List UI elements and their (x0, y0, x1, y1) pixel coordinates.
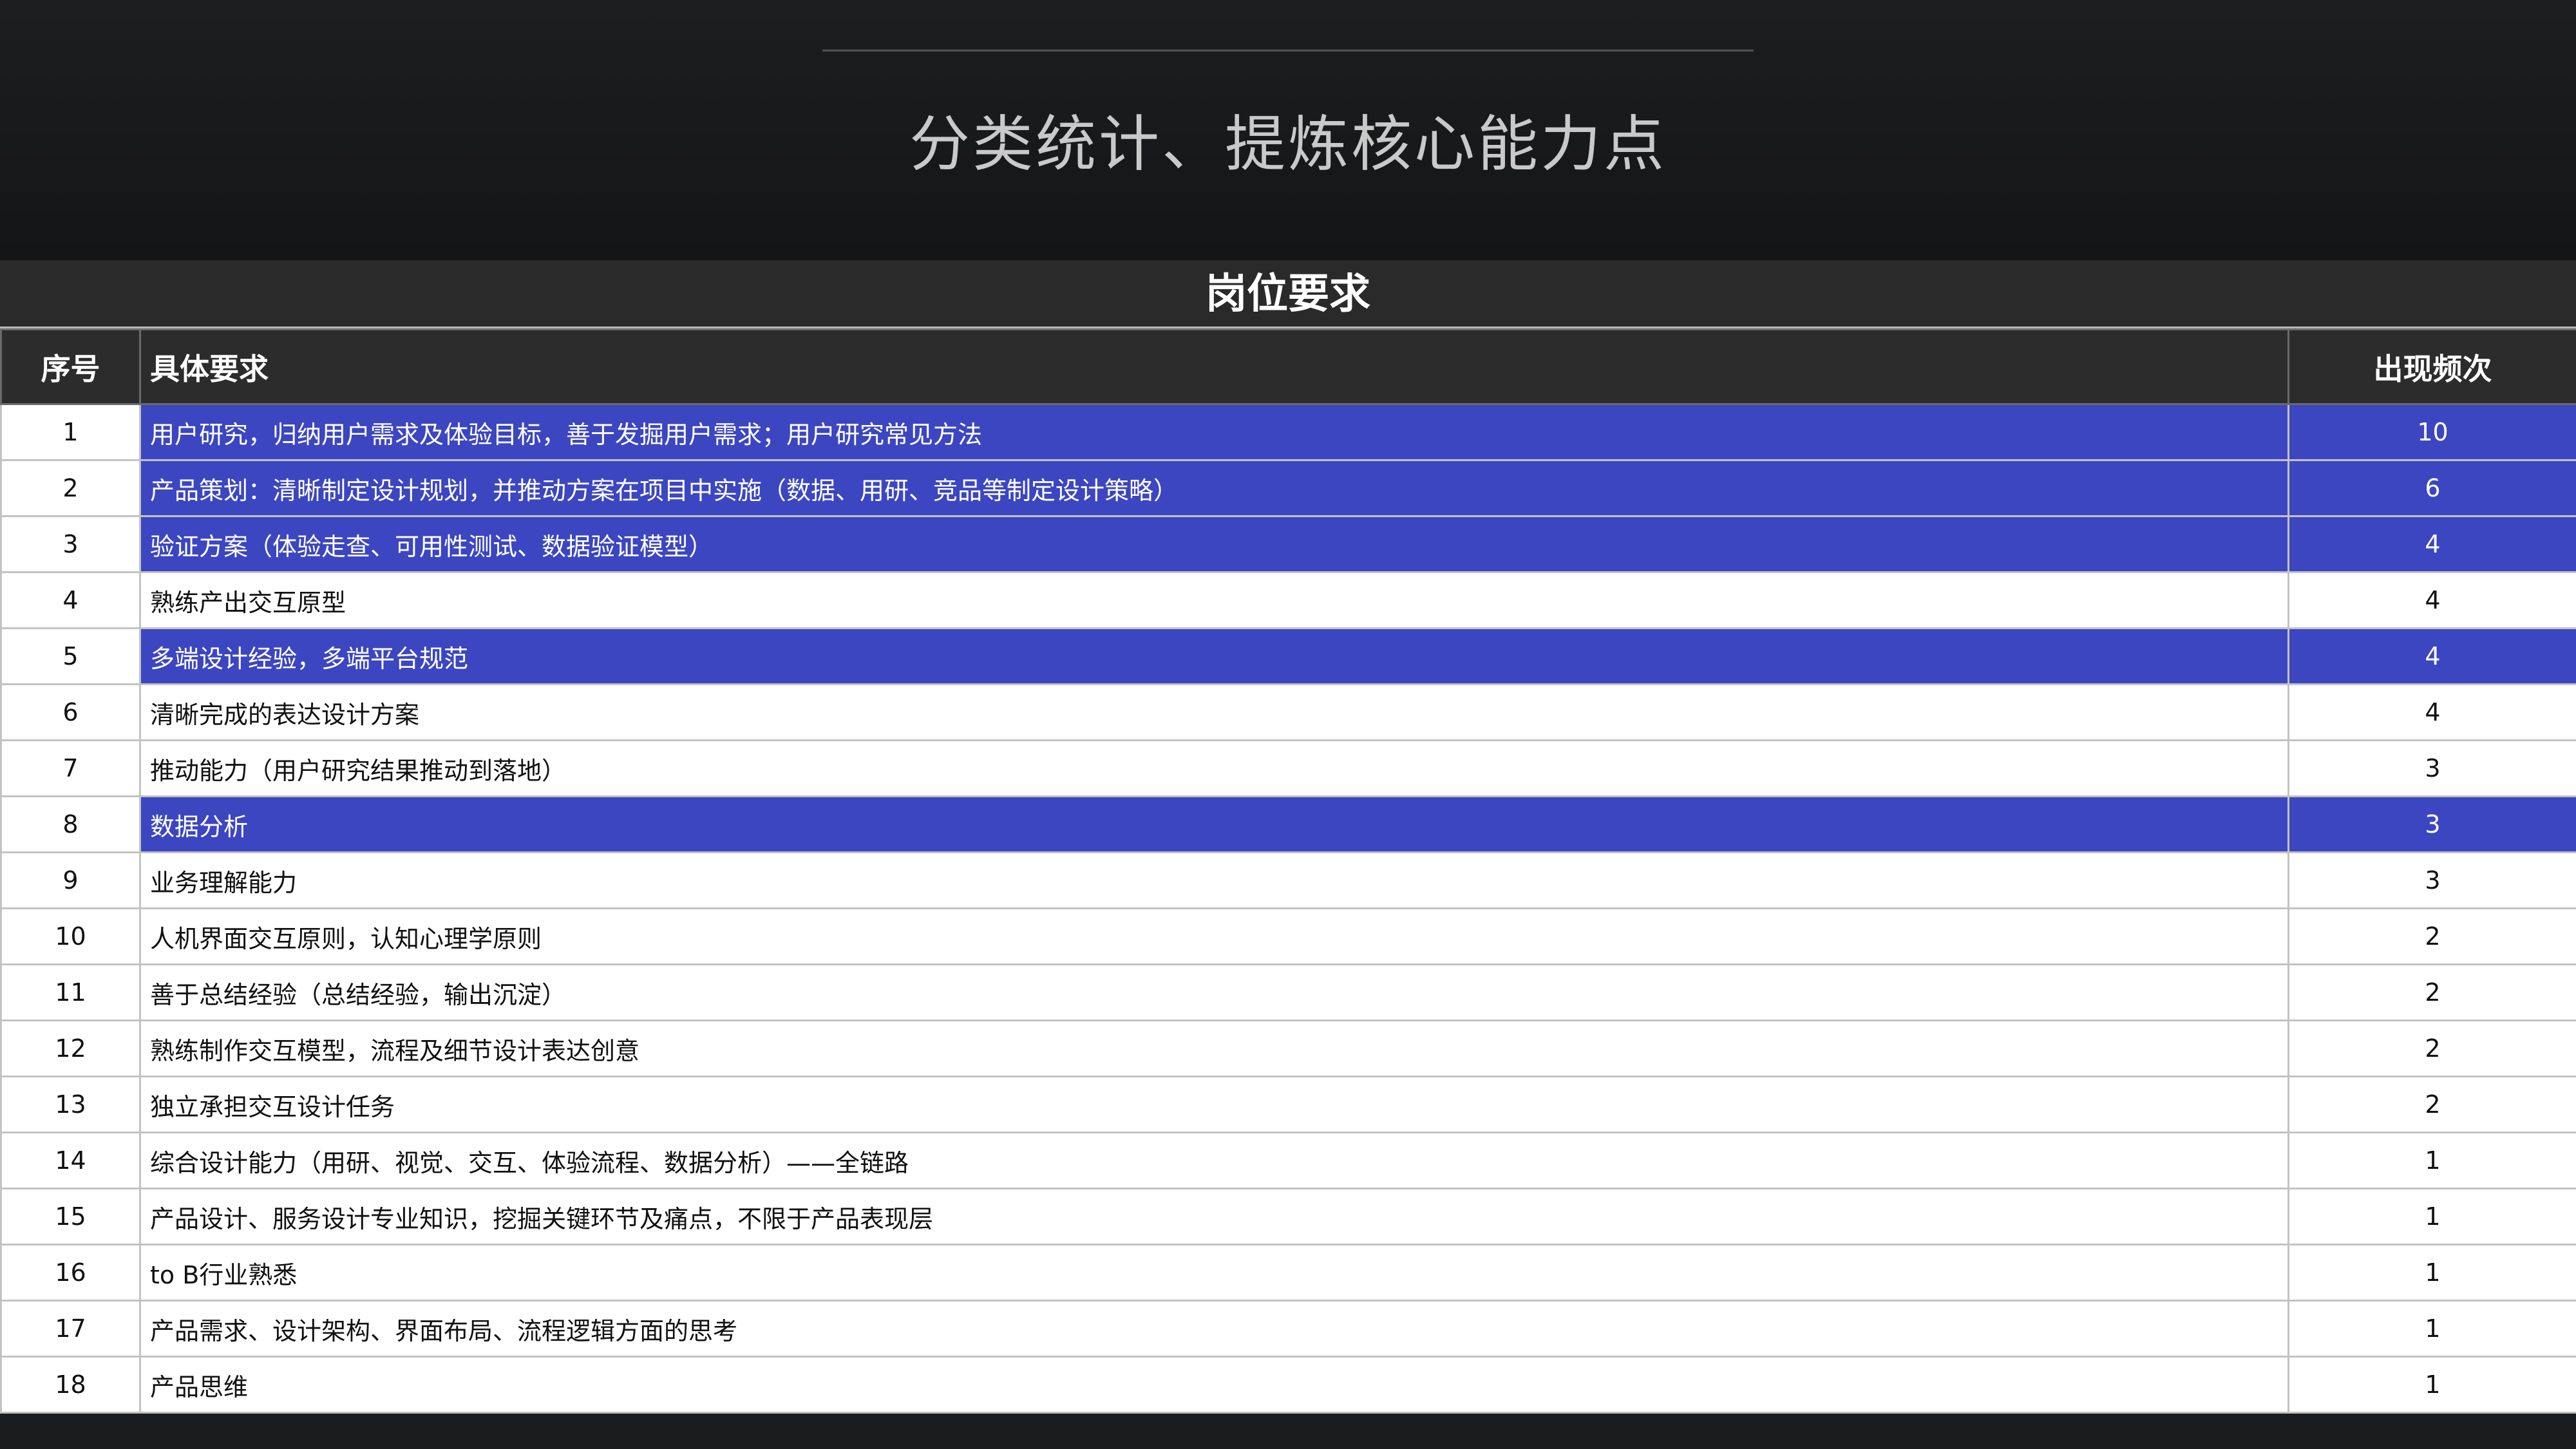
top-divider (822, 50, 1754, 52)
header-frequency: 出现频次 (2287, 328, 2576, 405)
table-row: 16 to B行业熟悉 1 (0, 1244, 2576, 1302)
table-row: 15 产品设计、服务设计专业知识，挖掘关键环节及痛点，不限于产品表现层 1 (0, 1188, 2576, 1245)
slide-header: 分类统计、提炼核心能力点 (0, 0, 2576, 260)
row-requirement: 产品设计、服务设计专业知识，挖掘关键环节及痛点，不限于产品表现层 (139, 1188, 2289, 1245)
row-requirement: 推动能力（用户研究结果推动到落地） (139, 739, 2289, 797)
row-frequency: 3 (2287, 851, 2576, 909)
header-requirement: 具体要求 (139, 328, 2289, 405)
table-row: 18 产品思维 1 (0, 1356, 2576, 1414)
row-seq: 14 (0, 1132, 141, 1189)
row-seq: 8 (0, 795, 141, 853)
row-seq: 12 (0, 1019, 141, 1077)
row-requirement: 业务理解能力 (139, 851, 2289, 909)
row-seq: 6 (0, 683, 141, 741)
row-requirement: 熟练制作交互模型，流程及细节设计表达创意 (139, 1019, 2289, 1077)
table-row: 13 独立承担交互设计任务 2 (0, 1075, 2576, 1133)
row-requirement: to B行业熟悉 (139, 1244, 2289, 1302)
row-frequency: 2 (2287, 1019, 2576, 1077)
row-requirement: 产品思维 (139, 1356, 2289, 1414)
table-row: 4 熟练产出交互原型 4 (0, 571, 2576, 629)
slide-title: 分类统计、提炼核心能力点 (909, 109, 1667, 180)
table-row: 8 数据分析 3 (0, 795, 2576, 853)
row-seq: 10 (0, 907, 141, 965)
row-frequency: 6 (2287, 459, 2576, 517)
row-frequency: 2 (2287, 907, 2576, 965)
row-frequency: 10 (2287, 403, 2576, 461)
row-requirement: 产品需求、设计架构、界面布局、流程逻辑方面的思考 (139, 1300, 2289, 1358)
row-frequency: 1 (2287, 1188, 2576, 1245)
table-row: 6 清晰完成的表达设计方案 4 (0, 683, 2576, 741)
row-seq: 2 (0, 459, 141, 517)
row-frequency: 2 (2287, 963, 2576, 1021)
row-frequency: 3 (2287, 739, 2576, 797)
table-row: 11 善于总结经验（总结经验，输出沉淀） 2 (0, 963, 2576, 1021)
row-requirement: 多端设计经验，多端平台规范 (139, 627, 2289, 685)
row-seq: 15 (0, 1188, 141, 1245)
row-seq: 5 (0, 627, 141, 685)
row-seq: 11 (0, 963, 141, 1021)
row-seq: 3 (0, 515, 141, 573)
row-frequency: 1 (2287, 1132, 2576, 1189)
row-seq: 18 (0, 1356, 141, 1414)
table-body: 1 用户研究，归纳用户需求及体验目标，善于发掘用户需求；用户研究常见方法 10 2 产品… (0, 403, 2576, 1414)
row-requirement: 清晰完成的表达设计方案 (139, 683, 2289, 741)
row-frequency: 3 (2287, 795, 2576, 853)
table-row: 1 用户研究，归纳用户需求及体验目标，善于发掘用户需求；用户研究常见方法 10 (0, 403, 2576, 461)
table-row: 14 综合设计能力（用研、视觉、交互、体验流程、数据分析）——全链路 1 (0, 1132, 2576, 1189)
row-seq: 4 (0, 571, 141, 629)
row-seq: 9 (0, 851, 141, 909)
table-row: 7 推动能力（用户研究结果推动到落地） 3 (0, 739, 2576, 797)
table-row: 2 产品策划：清晰制定设计规划，并推动方案在项目中实施（数据、用研、竞品等制定设计… (0, 459, 2576, 517)
row-seq: 7 (0, 739, 141, 797)
row-requirement: 熟练产出交互原型 (139, 571, 2289, 629)
requirements-table: 序号 具体要求 出现频次 1 用户研究，归纳用户需求及体验目标，善于发掘用户需求；… (0, 328, 2576, 1414)
row-seq: 16 (0, 1244, 141, 1302)
table-row: 17 产品需求、设计架构、界面布局、流程逻辑方面的思考 1 (0, 1300, 2576, 1358)
row-requirement: 验证方案（体验走查、可用性测试、数据验证模型） (139, 515, 2289, 573)
row-frequency: 4 (2287, 515, 2576, 573)
row-requirement: 善于总结经验（总结经验，输出沉淀） (139, 963, 2289, 1021)
row-frequency: 1 (2287, 1300, 2576, 1358)
row-requirement: 用户研究，归纳用户需求及体验目标，善于发掘用户需求；用户研究常见方法 (139, 403, 2289, 461)
table-row: 9 业务理解能力 3 (0, 851, 2576, 909)
row-frequency: 4 (2287, 571, 2576, 629)
table-row: 10 人机界面交互原则，认知心理学原则 2 (0, 907, 2576, 965)
table-row: 3 验证方案（体验走查、可用性测试、数据验证模型） 4 (0, 515, 2576, 573)
row-requirement: 人机界面交互原则，认知心理学原则 (139, 907, 2289, 965)
bottom-bar (0, 1443, 2576, 1449)
row-requirement: 数据分析 (139, 795, 2289, 853)
row-frequency: 1 (2287, 1356, 2576, 1414)
row-frequency: 4 (2287, 627, 2576, 685)
row-seq: 13 (0, 1075, 141, 1133)
table-title: 岗位要求 (0, 260, 2576, 328)
row-frequency: 1 (2287, 1244, 2576, 1302)
row-frequency: 2 (2287, 1075, 2576, 1133)
table-row: 12 熟练制作交互模型，流程及细节设计表达创意 2 (0, 1019, 2576, 1077)
row-requirement: 独立承担交互设计任务 (139, 1075, 2289, 1133)
row-requirement: 产品策划：清晰制定设计规划，并推动方案在项目中实施（数据、用研、竞品等制定设计策… (139, 459, 2289, 517)
header-seq: 序号 (0, 328, 141, 405)
row-requirement: 综合设计能力（用研、视觉、交互、体验流程、数据分析）——全链路 (139, 1132, 2289, 1189)
table-header-row: 序号 具体要求 出现频次 (0, 328, 2576, 405)
row-seq: 17 (0, 1300, 141, 1358)
table-row: 5 多端设计经验，多端平台规范 4 (0, 627, 2576, 685)
row-frequency: 4 (2287, 683, 2576, 741)
row-seq: 1 (0, 403, 141, 461)
